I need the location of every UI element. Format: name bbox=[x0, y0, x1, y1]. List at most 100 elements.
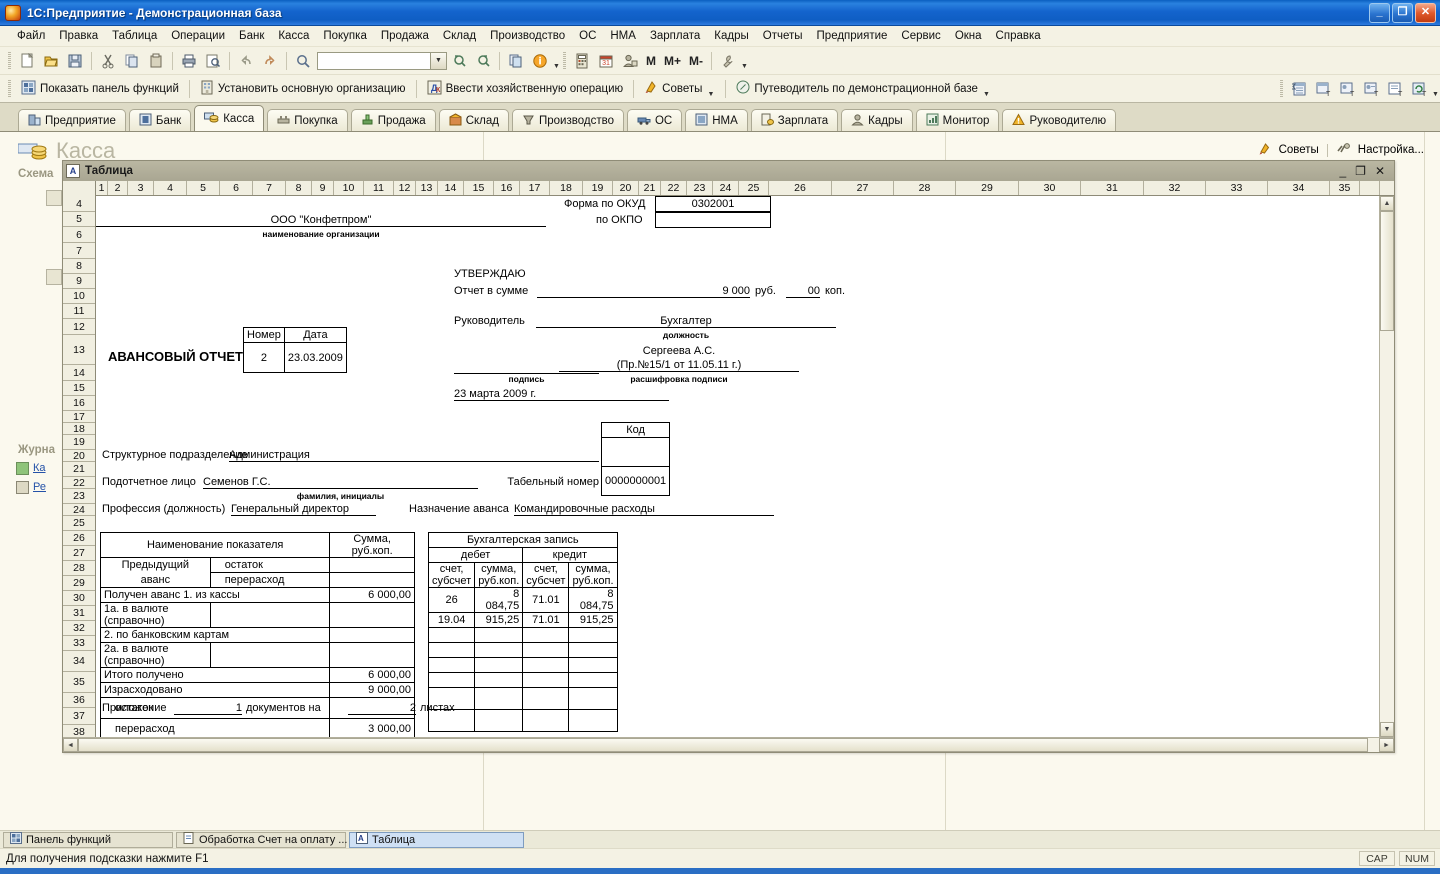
vertical-scrollbar[interactable]: ▲ ▼ bbox=[1379, 196, 1394, 737]
minimize-button[interactable]: _ bbox=[1369, 2, 1390, 23]
row-header-33[interactable]: 33 bbox=[63, 636, 95, 651]
settings-link[interactable]: Настройка... bbox=[1358, 144, 1424, 156]
wrench-dropdown-icon[interactable]: ▼ bbox=[740, 52, 749, 70]
column-header-33[interactable]: 33 bbox=[1206, 181, 1268, 195]
menu-item-prodazha[interactable]: Продажа bbox=[374, 28, 436, 44]
column-header-14[interactable]: 14 bbox=[438, 181, 464, 195]
show-function-panel-button[interactable]: Показать панель функций bbox=[15, 78, 185, 100]
tab-rukovoditelyu[interactable]: Руководителю bbox=[1002, 109, 1117, 131]
scroll-up-button[interactable]: ▲ bbox=[1380, 196, 1394, 211]
column-header-31[interactable]: 31 bbox=[1081, 181, 1144, 195]
column-header-5[interactable]: 5 bbox=[187, 181, 220, 195]
column-header-27[interactable]: 27 bbox=[832, 181, 894, 195]
cut-icon[interactable] bbox=[97, 50, 119, 72]
person-t-icon[interactable]: T bbox=[1336, 78, 1358, 100]
column-header-17[interactable]: 17 bbox=[520, 181, 550, 195]
info-dropdown-icon[interactable]: ▼ bbox=[552, 52, 561, 70]
search-icon[interactable] bbox=[292, 50, 314, 72]
tab-predpriyatie[interactable]: Предприятие bbox=[18, 109, 126, 131]
tab-sklad[interactable]: Склад bbox=[438, 109, 509, 131]
undo-icon[interactable] bbox=[235, 50, 257, 72]
row-header-20[interactable]: 20 bbox=[63, 450, 95, 462]
menu-item-kadry[interactable]: Кадры bbox=[707, 28, 755, 44]
row-header-28[interactable]: 28 bbox=[63, 561, 95, 576]
scroll-down-button[interactable]: ▼ bbox=[1380, 722, 1394, 737]
row-header-22[interactable]: 22 bbox=[63, 477, 95, 489]
row-header-30[interactable]: 30 bbox=[63, 591, 95, 606]
column-header-34[interactable]: 34 bbox=[1268, 181, 1330, 195]
search-field[interactable]: ▼ bbox=[317, 51, 447, 70]
taskbar-item-function-panel[interactable]: Панель функций bbox=[3, 831, 173, 848]
enter-business-operation-button[interactable]: ДК Ввести хозяйственную операцию bbox=[421, 78, 630, 100]
column-header-12[interactable]: 12 bbox=[394, 181, 416, 195]
tab-kadry[interactable]: Кадры bbox=[841, 109, 913, 131]
column-header-18[interactable]: 18 bbox=[550, 181, 583, 195]
taskbar-item-table[interactable]: A Таблица bbox=[349, 831, 524, 848]
memory-mminus-button[interactable]: M- bbox=[685, 54, 707, 68]
nav-link-journal-2[interactable]: Ре bbox=[33, 481, 48, 494]
search-dropdown-icon[interactable]: ▼ bbox=[430, 52, 446, 69]
row-header-11[interactable]: 11 bbox=[63, 304, 95, 319]
row-header-32[interactable]: 32 bbox=[63, 621, 95, 636]
row-header-34[interactable]: 34 bbox=[63, 651, 95, 672]
row-header-12[interactable]: 12 bbox=[63, 319, 95, 335]
column-header-20[interactable]: 20 bbox=[613, 181, 639, 195]
horizontal-scrollbar[interactable]: ◄ ► bbox=[63, 737, 1394, 752]
person2-t-icon[interactable]: T bbox=[1360, 78, 1382, 100]
user-icon[interactable] bbox=[619, 50, 641, 72]
column-header-7[interactable]: 7 bbox=[253, 181, 286, 195]
row-header-10[interactable]: 10 bbox=[63, 289, 95, 304]
column-header-3[interactable]: 3 bbox=[128, 181, 154, 195]
row-header-6[interactable]: 6 bbox=[63, 227, 95, 243]
row-header-8[interactable]: 8 bbox=[63, 259, 95, 274]
menu-item-os[interactable]: ОС bbox=[572, 28, 603, 44]
memory-mplus-button[interactable]: M+ bbox=[660, 54, 685, 68]
tips-button[interactable]: Советы ▼ bbox=[638, 78, 721, 100]
column-header-23[interactable]: 23 bbox=[687, 181, 713, 195]
row-header-17[interactable]: 17 bbox=[63, 411, 95, 423]
menu-item-pokupka[interactable]: Покупка bbox=[316, 28, 373, 44]
print-icon[interactable] bbox=[178, 50, 200, 72]
column-header-22[interactable]: 22 bbox=[661, 181, 687, 195]
row-header-4[interactable]: 4 bbox=[63, 196, 95, 212]
wrench-icon[interactable] bbox=[717, 50, 739, 72]
column-header-4[interactable]: 4 bbox=[154, 181, 187, 195]
row-header-19[interactable]: 19 bbox=[63, 435, 95, 450]
tab-os[interactable]: ОС bbox=[626, 109, 683, 131]
column-header-15[interactable]: 15 bbox=[464, 181, 494, 195]
table-t-icon[interactable]: T bbox=[1312, 78, 1334, 100]
row-header-18[interactable]: 18 bbox=[63, 423, 95, 435]
nav-link-journal-1[interactable]: Ка bbox=[33, 462, 48, 475]
row-header-35[interactable]: 35 bbox=[63, 672, 95, 693]
row-header-31[interactable]: 31 bbox=[63, 606, 95, 621]
column-header-19[interactable]: 19 bbox=[583, 181, 613, 195]
copy-list-icon[interactable] bbox=[505, 50, 527, 72]
column-header-35[interactable]: 35 bbox=[1330, 181, 1360, 195]
set-main-organization-button[interactable]: Установить основную организацию bbox=[194, 78, 412, 100]
toolbar-grip[interactable] bbox=[8, 51, 11, 70]
paste-icon[interactable] bbox=[145, 50, 167, 72]
row-header-21[interactable]: 21 bbox=[63, 462, 95, 477]
menu-item-pravka[interactable]: Правка bbox=[52, 28, 105, 44]
tab-proizvodstvo[interactable]: Производство bbox=[512, 109, 624, 131]
row-header-24[interactable]: 24 bbox=[63, 504, 95, 516]
row-header-9[interactable]: 9 bbox=[63, 274, 95, 289]
column-header-1[interactable]: 1 bbox=[96, 181, 108, 195]
column-header-26[interactable]: 26 bbox=[769, 181, 832, 195]
calculator-icon[interactable] bbox=[571, 50, 593, 72]
row-header-36[interactable]: 36 bbox=[63, 693, 95, 708]
memory-m-button[interactable]: M bbox=[642, 54, 660, 68]
right-toolbar-dropdown-icon[interactable]: ▼ bbox=[1431, 80, 1440, 98]
list-t-icon[interactable]: T bbox=[1384, 78, 1406, 100]
scroll-right-button[interactable]: ► bbox=[1379, 738, 1394, 752]
row-header-5[interactable]: 5 bbox=[63, 212, 95, 227]
row-header-15[interactable]: 15 bbox=[63, 381, 95, 396]
vscroll-track[interactable] bbox=[1380, 211, 1394, 722]
column-header-21[interactable]: 21 bbox=[639, 181, 661, 195]
row-header-13[interactable]: 13 bbox=[63, 335, 95, 365]
row-header-16[interactable]: 16 bbox=[63, 396, 95, 411]
menu-item-otchety[interactable]: Отчеты bbox=[756, 28, 810, 44]
open-folder-icon[interactable] bbox=[40, 50, 62, 72]
column-header-10[interactable]: 10 bbox=[334, 181, 364, 195]
sum-table-icon[interactable] bbox=[1288, 78, 1310, 100]
